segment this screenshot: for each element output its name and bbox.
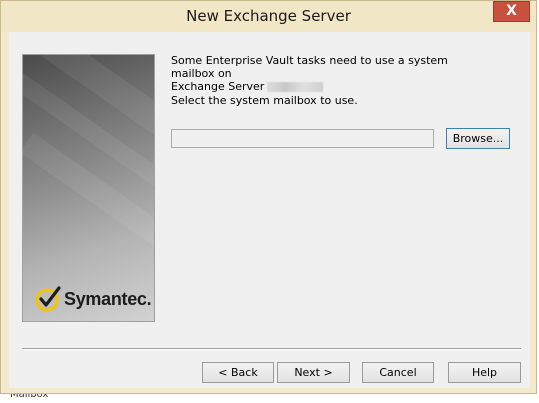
symantec-logo-text: Symantec. [64,288,152,309]
system-mailbox-field[interactable] [171,129,434,148]
symantec-checkmark-icon [35,286,61,312]
browse-button[interactable]: Browse... [446,128,510,149]
close-button[interactable]: X [493,1,530,22]
intro-server-label: Exchange Server [171,80,265,93]
cancel-button[interactable]: Cancel [362,362,434,383]
symantec-logo: Symantec. [35,285,152,313]
close-icon: X [506,3,517,19]
help-button[interactable]: Help [448,362,521,383]
back-button[interactable]: < Back [202,362,274,383]
intro-text: Some Enterprise Vault tasks need to use … [171,54,491,93]
new-exchange-server-dialog: New Exchange Server X Symantec. Some Ent… [0,0,537,394]
select-mailbox-prompt: Select the system mailbox to use. [171,94,358,107]
intro-line-1: Some Enterprise Vault tasks need to use … [171,54,448,80]
footer-separator [22,348,521,350]
dialog-client-area: Symantec. Some Enterprise Vault tasks ne… [9,32,530,388]
redacted-server-name [267,82,324,92]
wizard-side-panel: Symantec. [22,54,155,322]
next-button[interactable]: Next > [277,362,350,383]
window-title: New Exchange Server [186,7,351,25]
intro-line-2: Exchange Server [171,80,491,93]
title-bar[interactable]: New Exchange Server X [1,1,536,32]
